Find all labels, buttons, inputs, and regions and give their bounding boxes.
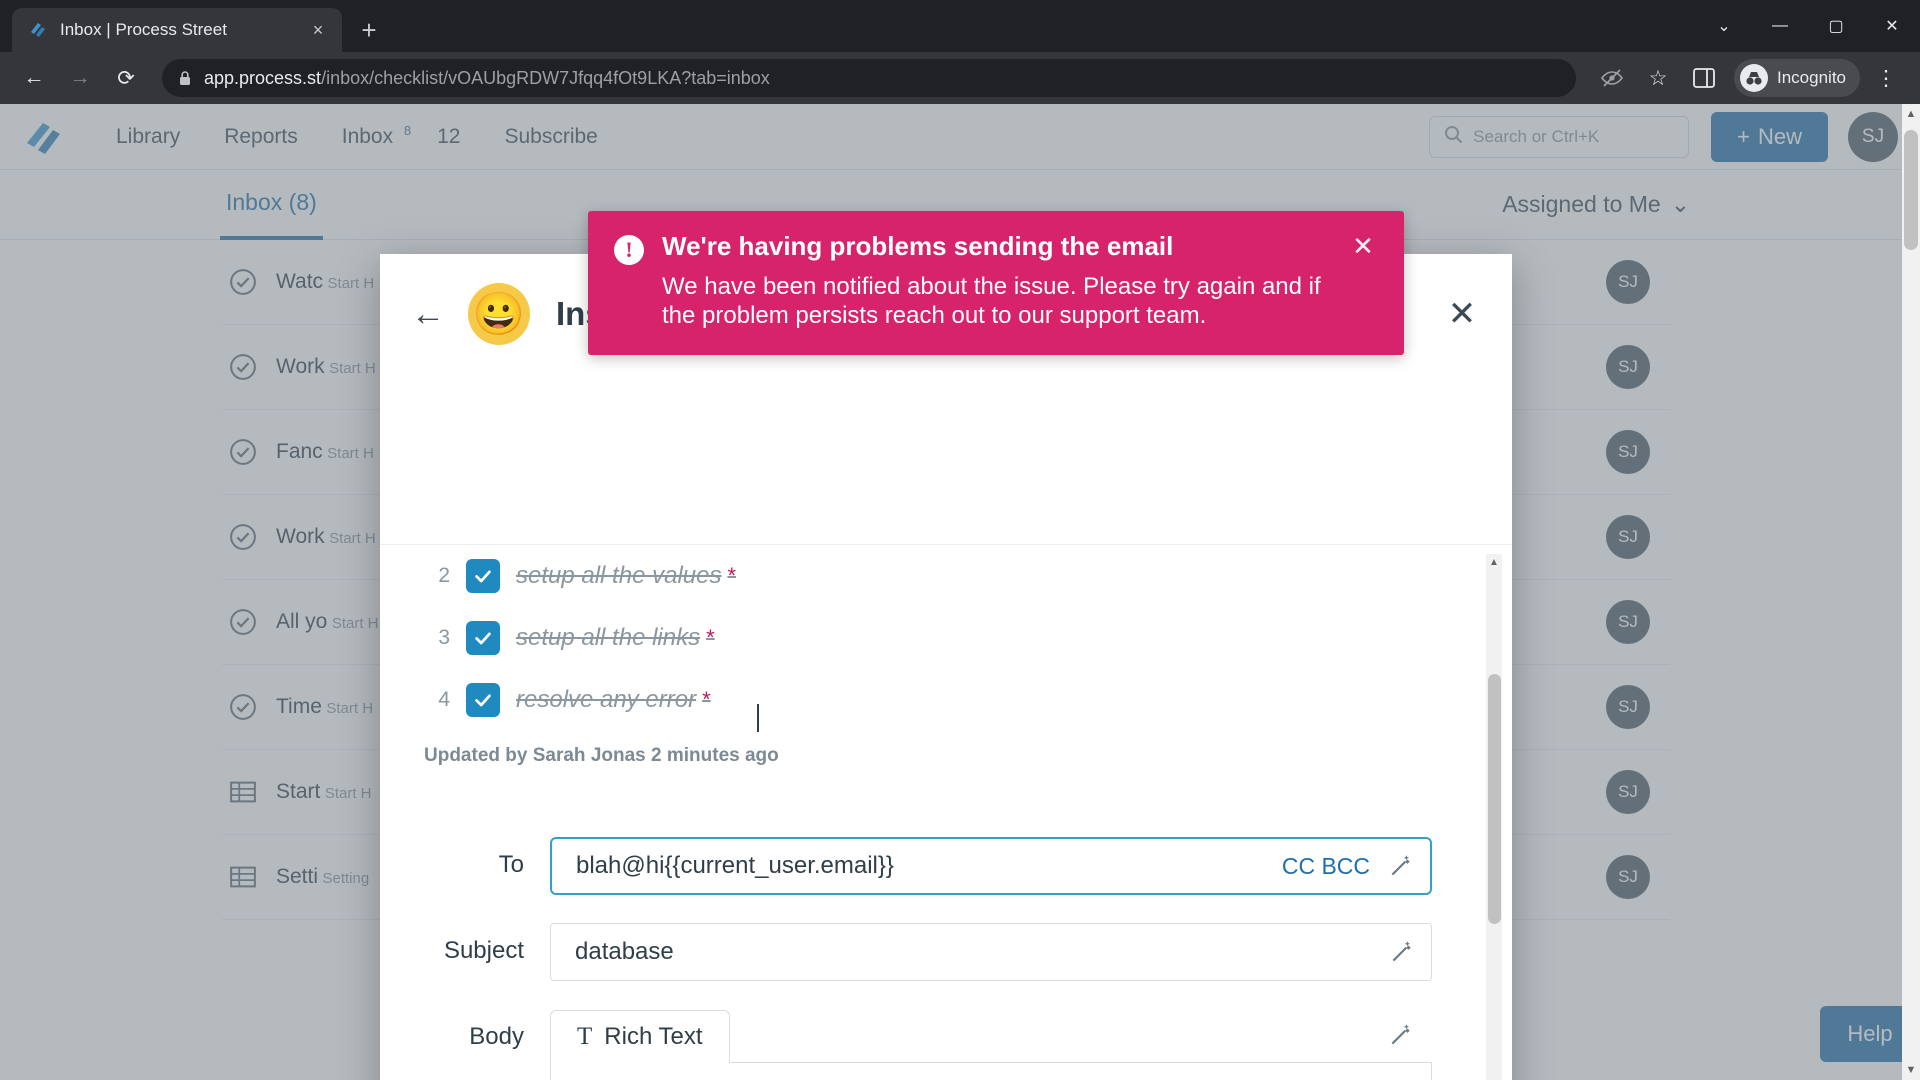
text-cursor-icon	[757, 704, 759, 732]
modal-vertical-scrollbar[interactable]: ▲ ▼	[1486, 554, 1502, 1080]
bookmark-star-icon[interactable]: ☆	[1638, 58, 1678, 98]
to-field[interactable]: blah@hi{{current_user.email}} CC BCC	[550, 837, 1432, 895]
magic-wand-icon[interactable]	[1389, 939, 1417, 965]
to-field-value: blah@hi{{current_user.email}}	[576, 852, 894, 879]
task-row[interactable]: 2 setup all the values *	[400, 545, 1472, 607]
browser-window: Inbox | Process Street × + ⌄ — ▢ ✕ ← → ⟳…	[0, 0, 1920, 1080]
toast-close-button[interactable]: ✕	[1348, 231, 1378, 331]
address-bar-url: app.process.st/inbox/checklist/vOAUbgRDW…	[204, 68, 770, 89]
modal-back-button[interactable]: ←	[408, 295, 448, 334]
address-bar[interactable]: app.process.st/inbox/checklist/vOAUbgRDW…	[162, 59, 1576, 97]
profile-label: Incognito	[1777, 68, 1846, 87]
magic-wand-icon[interactable]	[1388, 853, 1416, 879]
no-tracking-icon[interactable]	[1592, 58, 1632, 98]
browser-tab[interactable]: Inbox | Process Street ×	[12, 8, 342, 52]
task-label: resolve any error *	[516, 686, 711, 714]
task-label-text: resolve any error	[516, 686, 697, 713]
maximize-button[interactable]: ▢	[1808, 0, 1864, 52]
task-label: setup all the links *	[516, 624, 715, 652]
task-number: 4	[438, 688, 450, 711]
subject-field-value: database	[575, 938, 674, 965]
url-path: /inbox/checklist/vOAUbgRDW7Jfqq4fOt9LKA?…	[321, 67, 770, 88]
scroll-up-arrow-icon[interactable]: ▲	[1487, 554, 1501, 570]
modal-content: 2 setup all the values * 3 setup all the …	[380, 544, 1512, 1080]
browser-tabstrip: Inbox | Process Street × + ⌄ — ▢ ✕	[0, 0, 1920, 52]
tab-rich-text-label: Rich Text	[604, 1023, 703, 1050]
incognito-avatar-icon	[1740, 64, 1768, 92]
subject-field-row: Subject database	[380, 923, 1472, 981]
modal-scroll-area: 2 setup all the values * 3 setup all the …	[380, 545, 1512, 1080]
cc-bcc-toggle[interactable]: CC BCC	[1282, 853, 1370, 880]
body-editor-tabs: T Rich Text	[550, 1009, 1432, 1063]
magic-wand-icon[interactable]	[1388, 1022, 1416, 1062]
reload-icon[interactable]: ⟳	[106, 58, 146, 98]
updated-by-text: Updated by Sarah Jonas 2 minutes ago	[424, 745, 779, 766]
task-label: setup all the values *	[516, 562, 736, 590]
task-checkbox[interactable]	[466, 559, 500, 593]
required-asterisk: *	[706, 625, 715, 650]
task-number: 2	[438, 564, 450, 587]
browser-toolbar: ← → ⟳ app.process.st/inbox/checklist/vOA…	[0, 52, 1920, 104]
task-emoji-icon: 😀	[468, 283, 530, 345]
toast-title: We're having problems sending the email	[662, 231, 1174, 261]
task-row[interactable]: 4 resolve any error *	[400, 669, 1472, 731]
incognito-profile-button[interactable]: Incognito	[1734, 59, 1860, 97]
url-domain: app.process.st	[204, 67, 322, 88]
body-field-row: Body T Rich Text Thi	[380, 1009, 1472, 1080]
required-asterisk: *	[727, 563, 737, 588]
browser-menu-icon[interactable]: ⋮	[1866, 58, 1906, 98]
scroll-down-arrow-icon[interactable]: ▼	[1902, 1060, 1920, 1080]
toast-body: We're having problems sending the email …	[662, 231, 1330, 331]
window-controls: ⌄ — ▢ ✕	[1696, 0, 1920, 52]
forward-icon[interactable]: →	[60, 58, 100, 98]
chevron-down-icon[interactable]: ⌄	[1696, 0, 1752, 52]
to-field-row: To blah@hi{{current_user.email}} CC BCC	[380, 837, 1472, 895]
page-scrollbar-thumb[interactable]	[1904, 130, 1918, 250]
body-editor: T Rich Text This is an email being sent	[550, 1009, 1432, 1080]
error-toast: ! We're having problems sending the emai…	[588, 211, 1404, 355]
task-row[interactable]: 3 setup all the links *	[400, 607, 1472, 669]
body-textarea[interactable]: This is an email being sent	[550, 1063, 1432, 1080]
lock-icon	[178, 70, 192, 86]
tab-rich-text[interactable]: T Rich Text	[550, 1010, 730, 1063]
task-modal: ← 😀 Insta Setting up dev machine | Setti…	[380, 254, 1512, 1080]
toast-message: We have been notified about the issue. P…	[662, 273, 1321, 330]
subject-field[interactable]: database	[550, 923, 1432, 981]
close-window-button[interactable]: ✕	[1864, 0, 1920, 52]
process-street-favicon-icon	[28, 20, 48, 40]
body-field-label: Body	[469, 1023, 524, 1050]
page-viewport: Library Reports Inbox8 12 Subscribe Sear…	[0, 104, 1920, 1080]
task-number: 3	[438, 626, 450, 649]
task-label-text: setup all the values	[516, 562, 722, 589]
back-icon[interactable]: ←	[14, 58, 54, 98]
close-tab-icon[interactable]: ×	[306, 18, 330, 42]
text-format-icon: T	[577, 1023, 593, 1050]
error-icon: !	[614, 235, 644, 265]
task-checkbox[interactable]	[466, 621, 500, 655]
to-field-label: To	[498, 851, 524, 878]
task-checkbox[interactable]	[466, 683, 500, 717]
task-label-text: setup all the links	[516, 624, 701, 651]
scroll-up-arrow-icon[interactable]: ▲	[1902, 104, 1920, 124]
minimize-button[interactable]: —	[1752, 0, 1808, 52]
modal-scrollbar-thumb[interactable]	[1488, 674, 1501, 924]
required-asterisk: *	[702, 687, 711, 712]
side-panel-icon[interactable]	[1684, 58, 1724, 98]
subject-field-label: Subject	[443, 937, 524, 964]
browser-tab-title: Inbox | Process Street	[60, 20, 227, 39]
modal-close-button[interactable]: ✕	[1440, 294, 1484, 334]
page-scrollbar[interactable]: ▲ ▼	[1902, 104, 1920, 1080]
new-tab-button[interactable]: +	[352, 13, 386, 47]
